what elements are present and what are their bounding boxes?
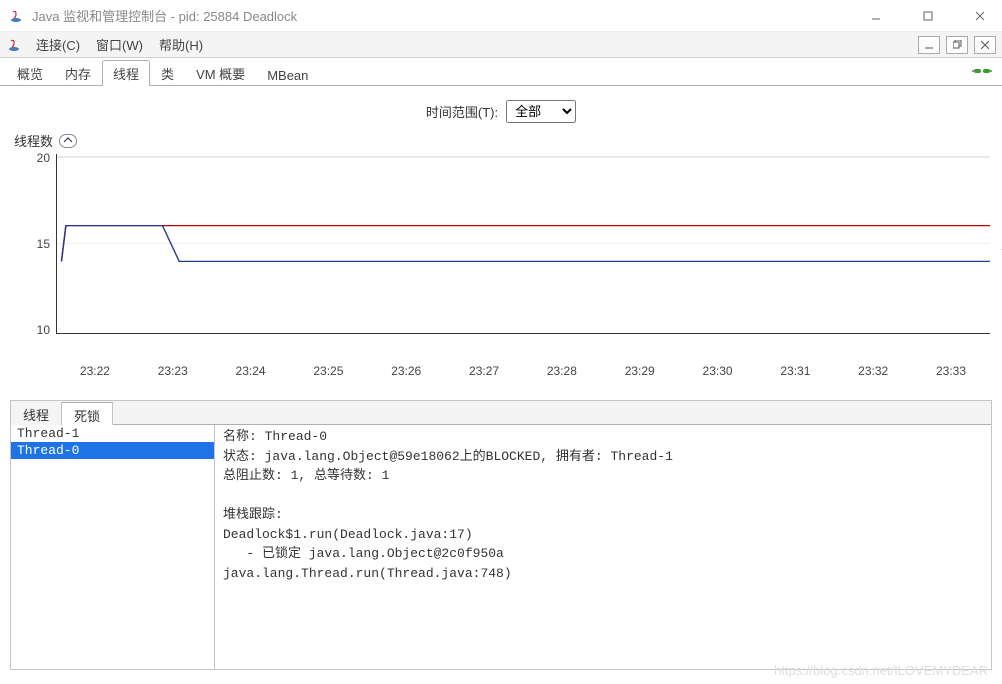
x-tick: 23:26 xyxy=(367,364,445,378)
chart-plot: ◄ 峰值 16 ◄ 活动线程 14 xyxy=(56,154,990,334)
collapse-chart-button[interactable] xyxy=(59,134,77,148)
x-tick: 23:22 xyxy=(56,364,134,378)
close-button[interactable] xyxy=(966,6,994,26)
window-controls xyxy=(862,6,994,26)
y-tick: 15 xyxy=(37,237,50,251)
x-tick: 23:23 xyxy=(134,364,212,378)
tab-mbean[interactable]: MBean xyxy=(256,64,319,86)
menu-help[interactable]: 帮助(H) xyxy=(153,33,209,56)
x-axis: 23:22 23:23 23:24 23:25 23:26 23:27 23:2… xyxy=(12,364,990,384)
x-tick: 23:29 xyxy=(601,364,679,378)
tab-classes[interactable]: 类 xyxy=(150,60,185,86)
main-tabbar: 概览 内存 线程 类 VM 概要 MBean xyxy=(0,58,1002,86)
window-titlebar: Java 监视和管理控制台 - pid: 25884 Deadlock xyxy=(0,0,1002,32)
menu-window[interactable]: 窗口(W) xyxy=(90,33,149,56)
x-tick: 23:33 xyxy=(912,364,990,378)
x-tick: 23:32 xyxy=(834,364,912,378)
y-tick: 20 xyxy=(37,151,50,165)
java-icon xyxy=(6,37,22,53)
minimize-button[interactable] xyxy=(862,6,890,26)
x-tick: 23:25 xyxy=(289,364,367,378)
lower-tab-threads[interactable]: 线程 xyxy=(11,402,62,425)
thread-detail: 名称: Thread-0 状态: java.lang.Object@59e180… xyxy=(215,425,991,669)
thread-chart-section: 线程数 20 15 10 ◄ xyxy=(0,129,1002,384)
x-tick: 23:28 xyxy=(523,364,601,378)
menubar: 连接(C) 窗口(W) 帮助(H) xyxy=(0,32,1002,58)
java-icon xyxy=(8,8,24,24)
tab-memory[interactable]: 内存 xyxy=(54,60,102,86)
thread-list-item[interactable]: Thread-0 xyxy=(11,442,214,459)
x-tick: 23:31 xyxy=(756,364,834,378)
thread-list-item[interactable]: Thread-1 xyxy=(11,425,214,442)
time-range-select[interactable]: 全部 xyxy=(506,100,576,123)
mdi-restore-button[interactable] xyxy=(946,36,968,54)
mdi-minimize-button[interactable] xyxy=(918,36,940,54)
connection-status-icon xyxy=(972,64,992,81)
y-tick: 10 xyxy=(37,323,50,337)
thread-list[interactable]: Thread-1 Thread-0 xyxy=(11,425,215,669)
mdi-close-button[interactable] xyxy=(974,36,996,54)
menu-connect[interactable]: 连接(C) xyxy=(30,33,86,56)
window-title: Java 监视和管理控制台 - pid: 25884 Deadlock xyxy=(32,6,862,25)
tab-threads[interactable]: 线程 xyxy=(102,60,150,86)
lower-tabbar: 线程 死锁 xyxy=(11,401,991,425)
time-range-row: 时间范围(T): 全部 xyxy=(0,86,1002,129)
x-tick: 23:24 xyxy=(212,364,290,378)
x-tick: 23:27 xyxy=(445,364,523,378)
time-range-label: 时间范围(T): xyxy=(426,102,498,121)
maximize-button[interactable] xyxy=(914,6,942,26)
chart-title: 线程数 xyxy=(14,131,53,150)
thread-detail-panel: 线程 死锁 Thread-1 Thread-0 名称: Thread-0 状态:… xyxy=(10,400,992,670)
y-axis: 20 15 10 xyxy=(12,154,56,364)
tab-vm[interactable]: VM 概要 xyxy=(185,60,256,86)
x-tick: 23:30 xyxy=(679,364,757,378)
lower-tab-deadlock[interactable]: 死锁 xyxy=(62,402,113,425)
tab-overview[interactable]: 概览 xyxy=(6,60,54,86)
